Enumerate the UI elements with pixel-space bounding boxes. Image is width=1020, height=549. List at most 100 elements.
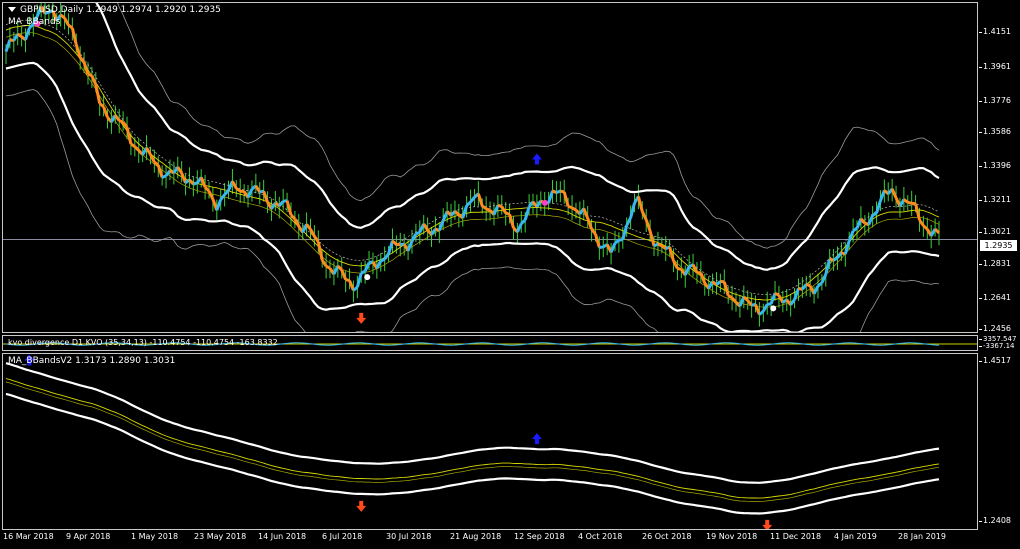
trend-segment bbox=[730, 296, 738, 304]
trend-segment bbox=[63, 17, 70, 26]
trend-segment bbox=[176, 166, 183, 174]
price-tick: 1.3776 bbox=[979, 96, 1011, 105]
trend-segment bbox=[246, 188, 254, 199]
trend-segment bbox=[449, 210, 457, 217]
trend-segment bbox=[180, 172, 187, 184]
trend-segment bbox=[500, 205, 507, 214]
bbands-tick: 1.4517 bbox=[979, 356, 1011, 365]
chart-title: GBPUSD,Daily 1.2949 1.2974 1.2920 1.2935 bbox=[8, 5, 221, 16]
time-tick: 30 Jul 2018 bbox=[386, 532, 432, 541]
trend-segment bbox=[192, 181, 198, 186]
trend-segment bbox=[727, 294, 733, 300]
trend-segment bbox=[325, 264, 331, 270]
trend-segment bbox=[922, 224, 929, 231]
trend-segment bbox=[746, 299, 753, 307]
trend-segment bbox=[805, 282, 811, 288]
trend-segment bbox=[677, 267, 682, 271]
trend-segment bbox=[520, 218, 527, 225]
kvo-tick: -3367.14 bbox=[978, 342, 1015, 350]
trend-segment bbox=[621, 224, 629, 241]
bbands-pane[interactable]: MA_BBandsV2 1.3173 1.2890 1.3031 bbox=[2, 353, 978, 530]
trend-segment bbox=[355, 272, 363, 288]
trend-segment bbox=[516, 222, 523, 233]
trend-segment bbox=[130, 142, 136, 148]
trend-segment bbox=[879, 189, 886, 202]
price-axis[interactable]: 1.4151 1.3961 1.3776 1.3586 1.3396 1.321… bbox=[978, 0, 1020, 549]
buy-arrow-icon bbox=[531, 153, 542, 165]
trend-segment bbox=[586, 217, 593, 230]
trend-segment bbox=[657, 242, 663, 248]
trend-segment bbox=[859, 217, 866, 225]
time-tick: 21 Aug 2018 bbox=[450, 532, 502, 541]
trend-segment bbox=[476, 193, 484, 207]
trend-segment bbox=[599, 245, 604, 249]
trend-segment bbox=[640, 210, 648, 221]
time-tick: 4 Jan 2019 bbox=[834, 532, 877, 541]
time-tick: 1 May 2018 bbox=[131, 532, 179, 541]
trend-segment bbox=[934, 227, 941, 235]
main-chart-pane[interactable]: GBPUSD,Daily 1.2949 1.2974 1.2920 1.2935… bbox=[2, 2, 978, 333]
trend-segment bbox=[188, 178, 195, 186]
trend-segment bbox=[567, 204, 573, 210]
price-chart[interactable] bbox=[3, 3, 978, 333]
time-tick: 14 Jun 2018 bbox=[258, 532, 307, 541]
trend-segment bbox=[348, 280, 355, 291]
trend-segment bbox=[562, 191, 570, 207]
trend-segment bbox=[125, 126, 133, 145]
trend-segment bbox=[590, 228, 597, 236]
trend-segment bbox=[594, 233, 601, 248]
trend-segment bbox=[832, 256, 839, 262]
trend-segment bbox=[215, 199, 223, 211]
trend-segment bbox=[133, 145, 140, 152]
trend-segment bbox=[547, 190, 554, 204]
trend-segment bbox=[254, 185, 262, 193]
trend-segment bbox=[345, 278, 350, 283]
trend-segment bbox=[648, 230, 656, 247]
trend-segment bbox=[817, 281, 823, 288]
trend-segment bbox=[812, 285, 820, 295]
trend-segment bbox=[161, 174, 167, 179]
bb-upper-band bbox=[5, 362, 940, 484]
trend-segment bbox=[465, 200, 472, 207]
current-price-badge: 1.2935 bbox=[980, 240, 1017, 251]
trend-segment bbox=[231, 180, 238, 190]
time-tick: 11 Dec 2018 bbox=[770, 532, 822, 541]
price-tick: 1.2456 bbox=[979, 324, 1011, 333]
trend-segment bbox=[505, 211, 511, 216]
time-tick: 16 Mar 2018 bbox=[3, 532, 54, 541]
trend-segment bbox=[289, 213, 296, 220]
trend-segment bbox=[219, 193, 226, 201]
time-tick: 19 Nov 2018 bbox=[706, 532, 758, 541]
bbands-chart bbox=[5, 354, 940, 529]
trend-segment bbox=[114, 114, 121, 122]
trend-segment bbox=[360, 269, 366, 275]
trend-segment bbox=[380, 257, 386, 263]
trend-segment bbox=[320, 259, 328, 267]
time-tick: 9 Apr 2018 bbox=[66, 532, 111, 541]
trend-segment bbox=[70, 27, 78, 45]
price-tick: 1.3396 bbox=[979, 161, 1011, 170]
bbands-tick: 1.2408 bbox=[979, 516, 1011, 525]
trend-segment bbox=[336, 264, 343, 271]
kvo-title: kvo divergence D1 KVO (35,34,13) -110.47… bbox=[8, 338, 278, 347]
trend-segment bbox=[98, 102, 105, 108]
time-tick: 28 Jan 2019 bbox=[898, 532, 946, 541]
time-axis[interactable]: 16 Mar 2018 9 Apr 2018 1 May 2018 23 May… bbox=[0, 530, 980, 549]
price-tick: 1.2831 bbox=[979, 259, 1011, 268]
trend-segment bbox=[801, 283, 808, 291]
trend-segment bbox=[551, 189, 558, 194]
trend-segment bbox=[383, 252, 390, 261]
trend-segment bbox=[618, 238, 623, 242]
price-tick: 1.3586 bbox=[979, 127, 1011, 136]
kvo-pane[interactable]: kvo divergence D1 KVO (35,34,13) -110.47… bbox=[2, 335, 978, 351]
time-tick: 12 Sep 2018 bbox=[514, 532, 565, 541]
trend-segment bbox=[867, 214, 875, 226]
time-tick: 6 Jul 2018 bbox=[322, 532, 363, 541]
trend-segment bbox=[715, 280, 722, 286]
trend-segment bbox=[340, 269, 348, 281]
trend-segment bbox=[497, 203, 503, 208]
chart-menu-arrow-icon[interactable] bbox=[8, 7, 16, 12]
trend-segment bbox=[653, 242, 659, 248]
trend-segment bbox=[410, 233, 418, 242]
trend-segment bbox=[453, 210, 460, 216]
